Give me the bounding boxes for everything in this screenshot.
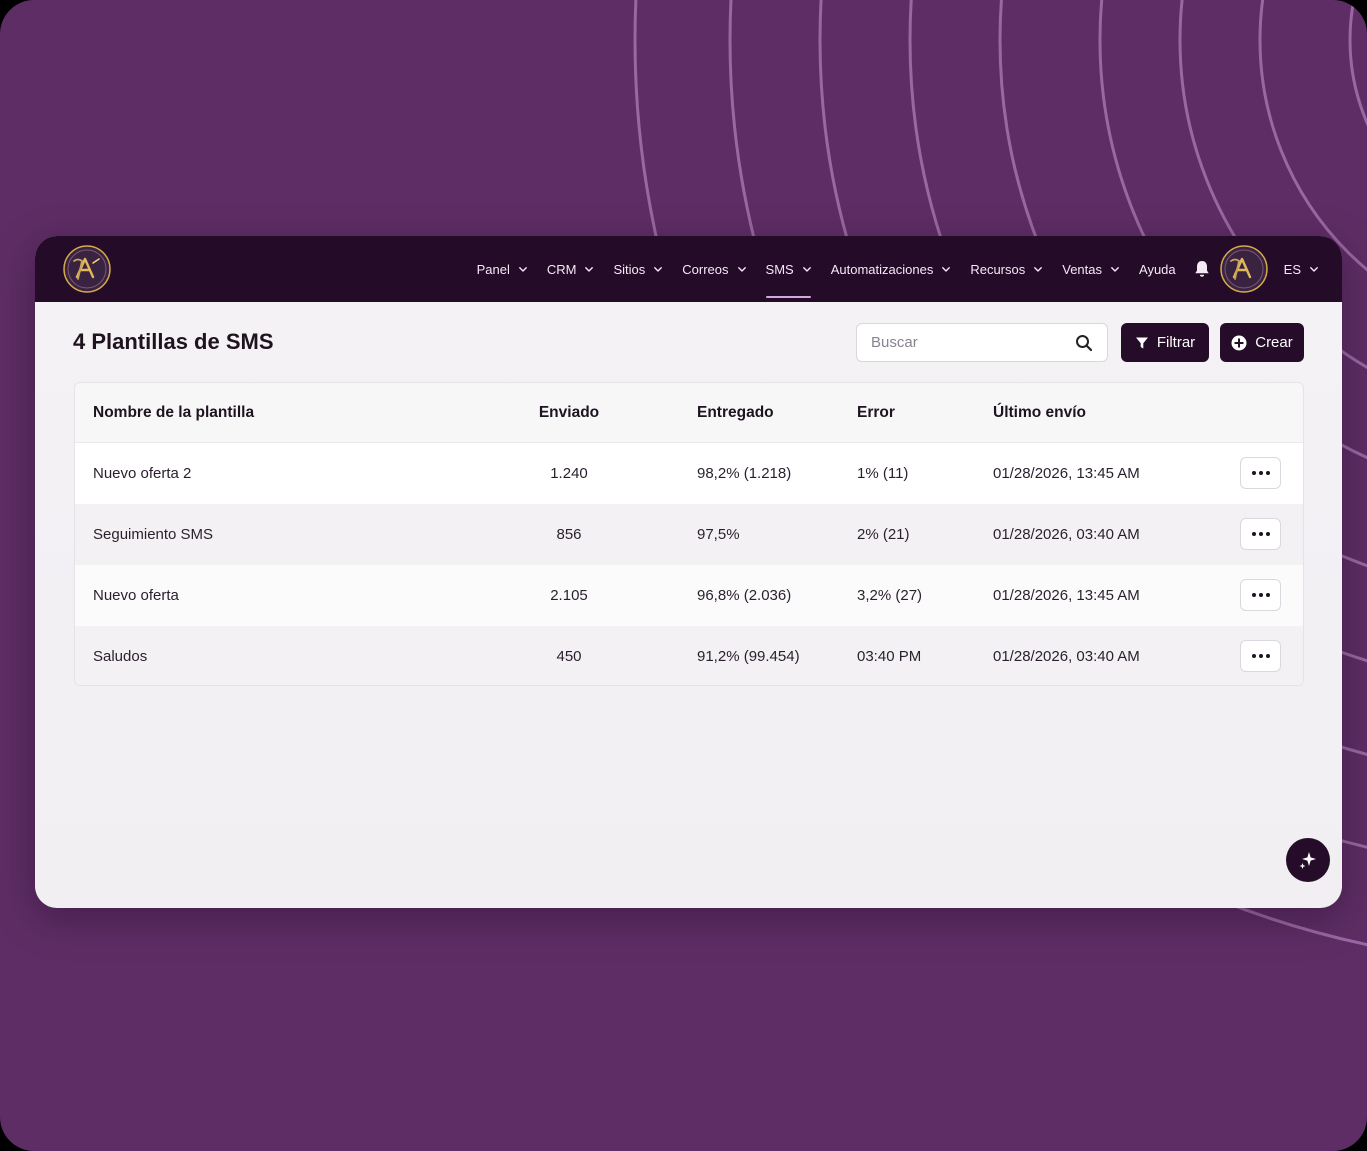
nav-item-help[interactable]: Ayuda — [1129, 236, 1186, 302]
cell-sent: 2.105 — [550, 587, 588, 604]
templates-table: Nombre de la plantilla Enviado Entregado… — [74, 382, 1304, 686]
more-horizontal-icon — [1251, 593, 1270, 597]
ai-assistant-button[interactable] — [1286, 838, 1330, 882]
nav-item-label: Panel — [476, 261, 510, 277]
table-row[interactable]: Seguimiento SMS 856 97,5% 2% (21) 01/28/… — [75, 504, 1303, 565]
filter-icon — [1135, 337, 1148, 348]
plus-circle-icon — [1231, 335, 1247, 350]
language-label: ES — [1283, 261, 1301, 277]
chevron-down-icon — [1310, 266, 1318, 272]
search-icon[interactable] — [1075, 334, 1093, 352]
cell-sent: 450 — [556, 648, 582, 665]
nav-item-label: Recursos — [970, 261, 1026, 277]
sparkles-icon — [1299, 852, 1316, 869]
language-selector[interactable]: ES — [1274, 236, 1342, 302]
table-header-row: Nombre de la plantilla Enviado Entregado… — [75, 383, 1303, 443]
table-row[interactable]: Nuevo oferta 2.105 96,8% (2.036) 3,2% (2… — [75, 565, 1303, 626]
filter-button[interactable]: Filtrar — [1121, 323, 1209, 362]
cell-error: 1% (11) — [857, 465, 909, 482]
nav-item-sms[interactable]: SMS — [756, 236, 821, 302]
notifications-button[interactable] — [1186, 236, 1218, 302]
cell-delivered: 97,5% — [697, 526, 740, 543]
nav-item-sitios[interactable]: Sitios — [603, 236, 672, 302]
nav-item-label: Correos — [682, 261, 729, 277]
cell-name: Seguimiento SMS — [93, 526, 214, 543]
cell-delivered: 91,2% (99.454) — [697, 648, 800, 665]
cell-sent: 856 — [556, 526, 582, 543]
cell-last-sent: 01/28/2026, 03:40 AM — [993, 648, 1140, 665]
chevron-down-icon — [802, 266, 811, 272]
nav-item-correos[interactable]: Correos — [672, 236, 755, 302]
top-navigation-bar: Panel CRM Sitios Correos SMS Automatizaciones… — [35, 236, 1342, 302]
create-button-label: Crear — [1255, 334, 1293, 351]
header-name[interactable]: Nombre de la plantilla — [93, 383, 254, 442]
app-window: Panel CRM Sitios Correos SMS Automatizaciones… — [35, 236, 1342, 908]
nav-item-label: CRM — [546, 261, 577, 277]
table-row[interactable]: Saludos 450 91,2% (99.454) 03:40 PM 01/2… — [75, 626, 1303, 685]
background-frame: Panel CRM Sitios Correos SMS Automatizaciones… — [0, 0, 1367, 1151]
nav-item-label: SMS — [765, 261, 794, 277]
more-horizontal-icon — [1251, 532, 1270, 536]
cell-name: Nuevo oferta 2 — [93, 465, 192, 482]
chevron-down-icon — [942, 266, 951, 272]
nav-item-recursos[interactable]: Recursos — [960, 236, 1052, 302]
cell-name: Saludos — [93, 648, 148, 665]
filter-button-label: Filtrar — [1156, 334, 1196, 351]
search-box[interactable] — [856, 323, 1108, 362]
header-delivered[interactable]: Entregado — [697, 383, 774, 442]
cell-last-sent: 01/28/2026, 13:45 AM — [993, 587, 1140, 604]
page-title: 4 Plantillas de SMS — [73, 329, 274, 354]
main-nav: Panel CRM Sitios Correos SMS Automatizaciones… — [467, 236, 1342, 302]
cell-error: 2% (21) — [857, 526, 910, 543]
nav-item-label: Ventas — [1062, 261, 1103, 277]
row-actions-button[interactable] — [1240, 518, 1281, 550]
nav-item-crm[interactable]: CRM — [537, 236, 604, 302]
more-horizontal-icon — [1251, 654, 1270, 658]
row-actions-button[interactable] — [1240, 579, 1281, 611]
cell-last-sent: 01/28/2026, 03:40 AM — [993, 526, 1140, 543]
logo-icon[interactable] — [63, 245, 111, 293]
cell-error: 03:40 PM — [857, 648, 922, 665]
header-last-sent[interactable]: Último envío — [993, 383, 1086, 442]
bell-icon — [1194, 261, 1209, 277]
header-sent[interactable]: Enviado — [509, 383, 629, 442]
cell-last-sent: 01/28/2026, 13:45 AM — [993, 465, 1140, 482]
cell-name: Nuevo oferta — [93, 587, 179, 604]
chevron-down-icon — [1111, 266, 1119, 272]
cell-sent: 1.240 — [550, 465, 588, 482]
table-row[interactable]: Nuevo oferta 2 1.240 98,2% (1.218) 1% (1… — [75, 443, 1303, 504]
chevron-down-icon — [737, 266, 746, 272]
cell-error: 3,2% (27) — [857, 587, 923, 604]
nav-item-label: Automatizaciones — [830, 261, 934, 277]
nav-item-automatizaciones[interactable]: Automatizaciones — [821, 236, 961, 302]
chevron-down-icon — [654, 266, 663, 272]
nav-item-ventas[interactable]: Ventas — [1052, 236, 1129, 302]
avatar-icon[interactable] — [1219, 245, 1268, 293]
search-input[interactable] — [871, 334, 1075, 351]
row-actions-button[interactable] — [1240, 640, 1281, 672]
more-horizontal-icon — [1251, 471, 1270, 475]
cell-delivered: 96,8% (2.036) — [697, 587, 792, 604]
header-error[interactable]: Error — [857, 383, 895, 442]
nav-item-panel[interactable]: Panel — [467, 236, 537, 302]
cell-delivered: 98,2% (1.218) — [697, 465, 792, 482]
chevron-down-icon — [1034, 266, 1043, 272]
row-actions-button[interactable] — [1240, 457, 1281, 489]
create-button[interactable]: Crear — [1220, 323, 1304, 362]
chevron-down-icon — [518, 266, 527, 272]
nav-item-label: Sitios — [613, 261, 646, 277]
chevron-down-icon — [585, 266, 594, 272]
